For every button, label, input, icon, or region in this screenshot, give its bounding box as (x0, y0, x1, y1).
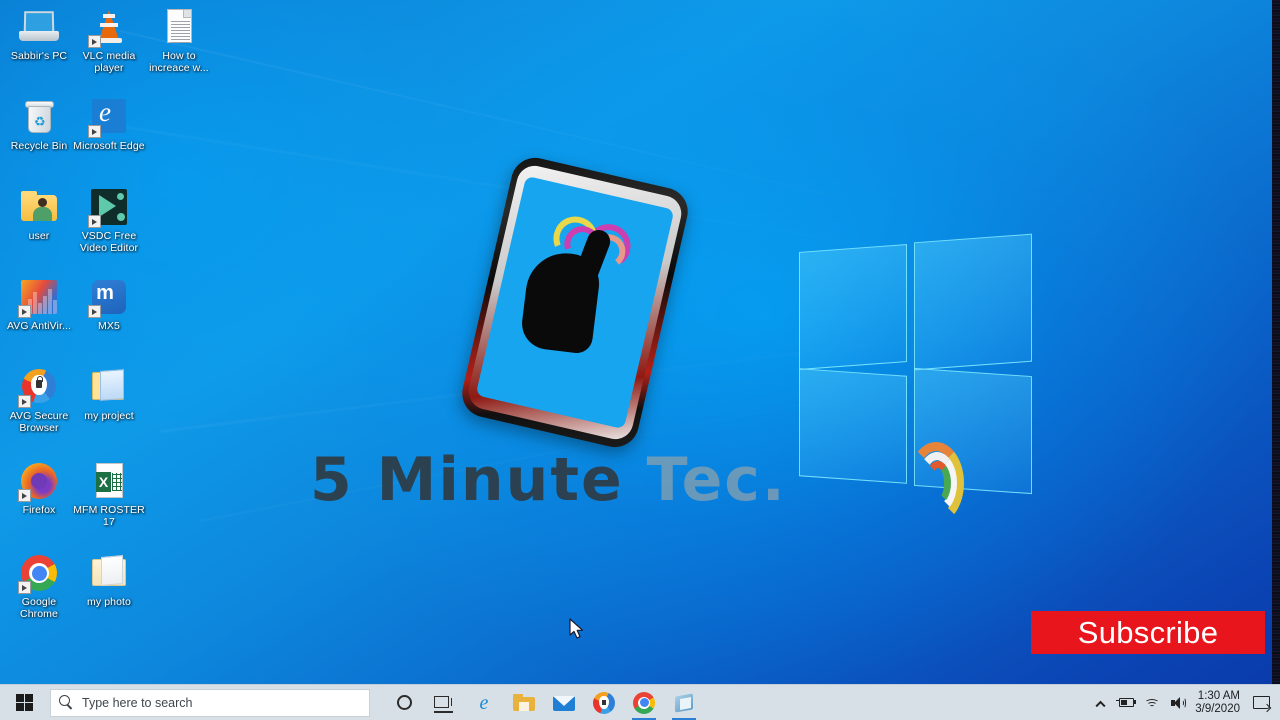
taskbar: Type here to search e 1:30 AM 3/9/2020 (0, 684, 1280, 720)
desktop-icon-label: AVG Secure Browser (9, 410, 69, 434)
avg-antivirus-icon (18, 276, 60, 318)
desktop-icon-recycle-bin[interactable]: ♻ Recycle Bin (4, 96, 74, 153)
shortcut-arrow-icon (88, 215, 101, 228)
taskbar-button-microsoft-edge[interactable]: e (464, 685, 504, 720)
windows-logo-icon (15, 694, 33, 711)
desktop-icon-my-photo[interactable]: my photo (74, 552, 144, 609)
desktop-icon-label: Google Chrome (20, 596, 58, 620)
recycle-bin-icon: ♻ (18, 96, 60, 138)
speaker-icon (1170, 696, 1187, 710)
task-view-icon (434, 695, 454, 713)
windows-hero-logo-icon (795, 233, 1035, 495)
file-explorer-icon (513, 692, 535, 714)
desktop-icon-mfm-roster-17[interactable]: X MFM ROSTER 17 (73, 460, 145, 528)
shortcut-arrow-icon (88, 305, 101, 318)
open-folder-icon (88, 366, 130, 408)
right-edge-artifact (1272, 0, 1280, 684)
desktop-icon-firefox[interactable]: Firefox (4, 460, 74, 517)
clock-button[interactable]: 1:30 AM 3/9/2020 (1191, 690, 1248, 716)
chevron-up-icon (1095, 700, 1105, 706)
taskbar-button-app-window[interactable] (664, 685, 704, 720)
shortcut-arrow-icon (18, 581, 31, 594)
search-input[interactable]: Type here to search (50, 688, 370, 717)
battery-charging-icon (1115, 697, 1136, 709)
clock-date: 3/9/2020 (1195, 702, 1240, 715)
desktop-icon-label: VSDC Free Video Editor (79, 230, 139, 254)
show-hidden-icons-button[interactable] (1087, 685, 1113, 720)
desktop-icon-avg-antivir[interactable]: AVG AntiVir... (4, 276, 74, 333)
desktop-icon-label: Firefox (22, 504, 56, 516)
wallpaper-light-beam (119, 30, 997, 235)
taskbar-buttons: e (384, 685, 704, 720)
edge-icon: e (479, 691, 489, 714)
avg-secure-browser-icon (593, 691, 615, 714)
taskbar-button-avg-secure-browser[interactable] (584, 685, 624, 720)
action-center-button[interactable] (1248, 685, 1274, 720)
desktop-icon-my-project[interactable]: my project (74, 366, 144, 423)
text-document-icon (158, 6, 200, 48)
search-placeholder: Type here to search (82, 695, 193, 710)
taskbar-button-file-explorer[interactable] (504, 685, 544, 720)
subscribe-label: Subscribe (1077, 614, 1219, 650)
app-window-icon (673, 692, 695, 714)
desktop-icon-label: MFM ROSTER 17 (73, 504, 145, 528)
battery-button[interactable] (1113, 685, 1139, 720)
shortcut-arrow-icon (18, 489, 31, 502)
desktop-icon-label: AVG AntiVir... (6, 320, 72, 332)
taskbar-button-cortana[interactable] (384, 685, 424, 720)
desktop-icon-user[interactable]: user (4, 186, 74, 243)
desktop-icon-how-to-increace-w[interactable]: How to increace w... (144, 6, 214, 74)
volume-button[interactable] (1165, 685, 1191, 720)
firefox-icon (18, 460, 60, 502)
wifi-icon (1144, 696, 1161, 709)
desktop-icon-sabbir-s-pc[interactable]: Sabbir's PC (4, 6, 74, 63)
desktop-icon-vlc-media-player[interactable]: VLC media player (74, 6, 144, 74)
search-icon (59, 695, 74, 710)
clock-time: 1:30 AM (1197, 689, 1240, 702)
desktop-icon-label: How to increace w... (149, 50, 209, 74)
system-tray: 1:30 AM 3/9/2020 (1087, 685, 1280, 720)
vlc-cone-icon (88, 6, 130, 48)
start-button[interactable] (0, 685, 48, 720)
desktop-icon-label: VLC media player (82, 50, 136, 74)
desktop-icon-label: Microsoft Edge (73, 140, 145, 152)
notification-icon (1252, 696, 1270, 709)
shortcut-arrow-icon (18, 305, 31, 318)
vsdc-icon (88, 186, 130, 228)
excel-document-icon: X (88, 460, 130, 502)
shortcut-arrow-icon (18, 395, 31, 408)
maxthon-icon: m (88, 276, 130, 318)
shortcut-arrow-icon (88, 125, 101, 138)
chrome-icon (633, 691, 655, 714)
desktop-icon-label: user (28, 230, 50, 242)
desktop-icon-label: Sabbir's PC (10, 50, 68, 62)
user-folder-icon (18, 186, 60, 228)
desktop-icon-vsdc-free-video-editor[interactable]: VSDC Free Video Editor (74, 186, 144, 254)
edge-icon: e (88, 96, 130, 138)
avg-secure-browser-icon (18, 366, 60, 408)
mail-icon (553, 692, 575, 714)
taskbar-button-task-view[interactable] (424, 685, 464, 720)
arrow-cursor (569, 618, 584, 639)
desktop-wallpaper[interactable] (0, 0, 1272, 684)
desktop-icon-avg-secure-browser[interactable]: AVG Secure Browser (4, 366, 74, 434)
taskbar-button-mail[interactable] (544, 685, 584, 720)
desktop-screen: Sabbir's PC VLC media player How to increa… (0, 0, 1280, 720)
desktop-icon-google-chrome[interactable]: Google Chrome (4, 552, 74, 620)
folder-icon (88, 552, 130, 594)
taskbar-button-google-chrome[interactable] (624, 685, 664, 720)
desktop-icon-label: MX5 (98, 320, 120, 332)
desktop-icon-mx5[interactable]: m MX5 (74, 276, 144, 333)
cortana-circle-icon (396, 695, 412, 710)
desktop-icon-label: Recycle Bin (10, 140, 68, 152)
shortcut-arrow-icon (88, 35, 101, 48)
desktop-icon-label: my photo (87, 596, 131, 608)
network-button[interactable] (1139, 685, 1165, 720)
computer-icon (18, 6, 60, 48)
chrome-icon (18, 552, 60, 594)
subscribe-button[interactable]: Subscribe (1031, 611, 1265, 654)
desktop-icon-microsoft-edge[interactable]: e Microsoft Edge (73, 96, 145, 153)
desktop-icon-label: my project (84, 410, 134, 422)
